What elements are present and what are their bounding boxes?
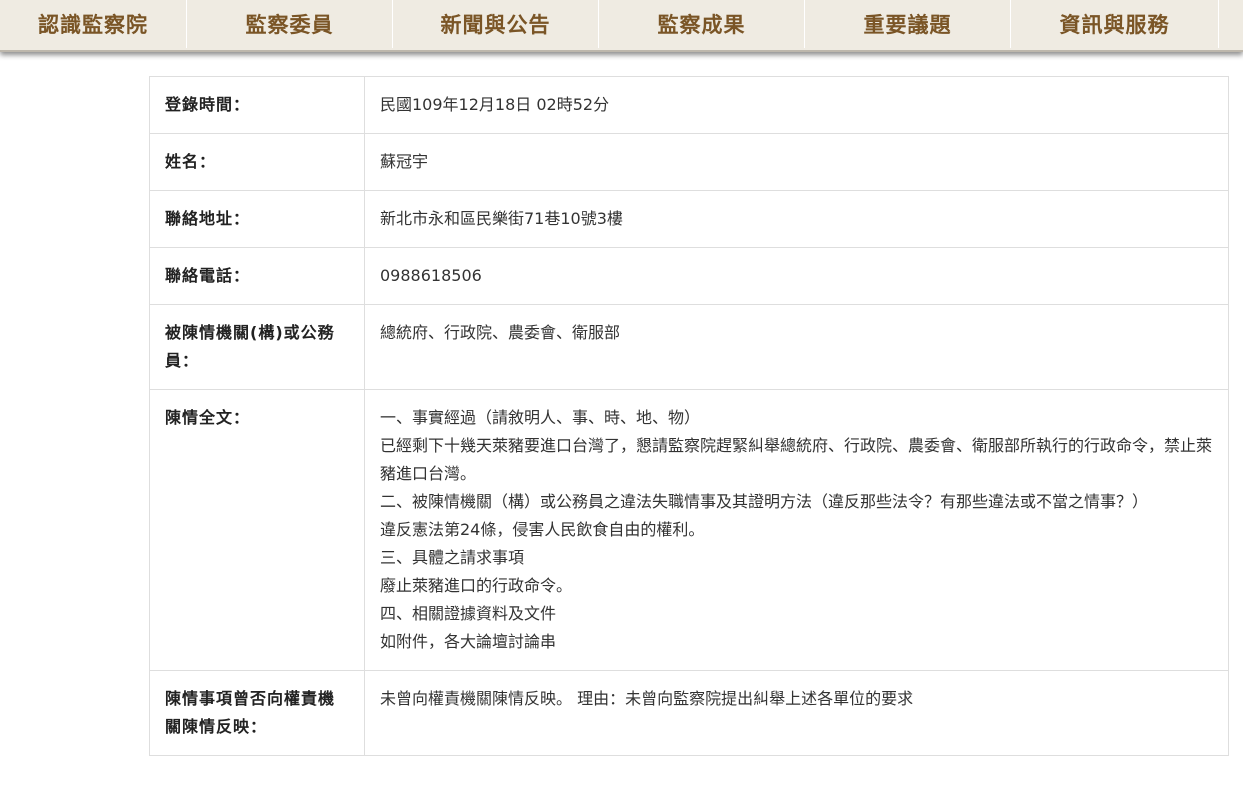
content-line: 一、事實經過（請敘明人、事、時、地、物） [380,408,701,427]
name-value: 蘇冠宇 [364,133,1229,191]
login-time-label: 登錄時間： [149,76,365,134]
nav-item-issues[interactable]: 重要議題 [805,0,1011,48]
address-value: 新北市永和區民樂街71巷10號3樓 [364,190,1229,248]
nav-item-members[interactable]: 監察委員 [187,0,393,48]
target-value: 總統府、行政院、農委會、衛服部 [364,304,1229,390]
prior-report-label: 陳情事項曾否向權責機關陳情反映： [149,670,365,756]
petition-record-table: 登錄時間： 民國109年12月18日 02時52分 姓名： 蘇冠宇 聯絡地址： … [149,76,1229,756]
row-name: 姓名： 蘇冠宇 [149,133,1229,191]
prior-report-value: 未曾向權責機關陳情反映。 理由：未曾向監察院提出糾舉上述各單位的要求 [364,670,1229,756]
nav-item-news[interactable]: 新聞與公告 [393,0,599,48]
address-label: 聯絡地址： [149,190,365,248]
nav-item-more[interactable] [1219,0,1243,48]
content-line: 四、相關證據資料及文件 [380,604,557,623]
content-line: 違反憲法第24條，侵害人民飲食自由的權利。 [380,520,705,539]
phone-label: 聯絡電話： [149,247,365,305]
name-label: 姓名： [149,133,365,191]
content-line: 廢止萊豬進口的行政命令。 [380,576,573,595]
content-line: 已經剩下十幾天萊豬要進口台灣了，懇請監察院趕緊糾舉總統府、行政院、農委會、衛服部… [380,436,1213,483]
row-phone: 聯絡電話： 0988618506 [149,247,1229,305]
row-login-time: 登錄時間： 民國109年12月18日 02時52分 [149,76,1229,134]
nav-item-results[interactable]: 監察成果 [599,0,805,48]
nav-item-services[interactable]: 資訊與服務 [1011,0,1219,48]
content-line: 如附件，各大論壇討論串 [380,632,557,651]
row-target: 被陳情機關(構)或公務員： 總統府、行政院、農委會、衛服部 [149,304,1229,390]
nav-item-about[interactable]: 認識監察院 [0,0,187,48]
content-line: 二、被陳情機關（構）或公務員之違法失職情事及其證明方法（違反那些法令？有那些違法… [380,492,1149,511]
phone-value: 0988618506 [364,247,1229,305]
row-address: 聯絡地址： 新北市永和區民樂街71巷10號3樓 [149,190,1229,248]
content-value: 一、事實經過（請敘明人、事、時、地、物） 已經剩下十幾天萊豬要進口台灣了，懇請監… [364,389,1229,671]
top-navigation: 認識監察院 監察委員 新聞與公告 監察成果 重要議題 資訊與服務 [0,0,1243,52]
row-content: 陳情全文： 一、事實經過（請敘明人、事、時、地、物） 已經剩下十幾天萊豬要進口台… [149,389,1229,671]
content-label: 陳情全文： [149,389,365,671]
login-time-value: 民國109年12月18日 02時52分 [364,76,1229,134]
target-label: 被陳情機關(構)或公務員： [149,304,365,390]
content-line: 三、具體之請求事項 [380,548,525,567]
row-prior-report: 陳情事項曾否向權責機關陳情反映： 未曾向權責機關陳情反映。 理由：未曾向監察院提… [149,670,1229,756]
